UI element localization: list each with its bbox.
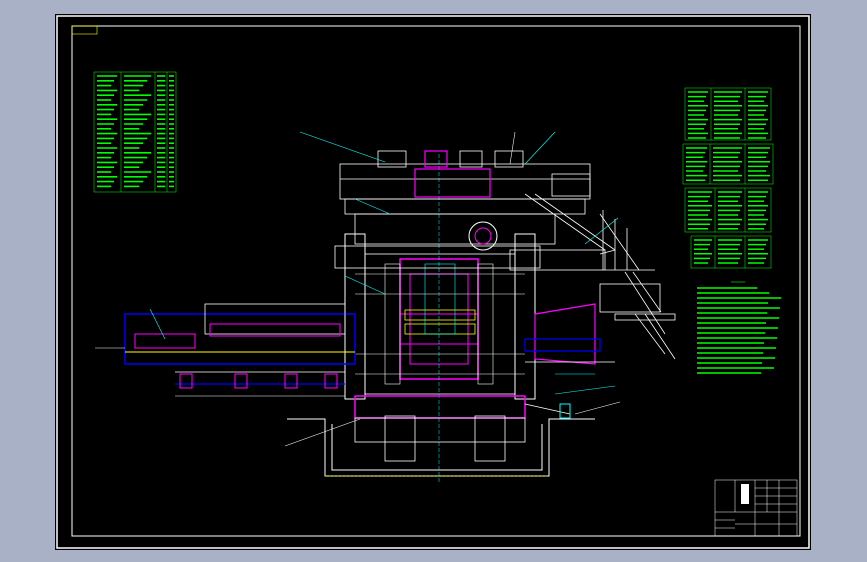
leader-line bbox=[554, 385, 616, 395]
leader-line bbox=[509, 131, 516, 165]
cad-viewport[interactable] bbox=[55, 14, 811, 550]
tech-table-rows bbox=[686, 91, 770, 264]
top-motors bbox=[377, 150, 591, 251]
foundation-pit bbox=[287, 418, 595, 477]
leader-line bbox=[299, 131, 386, 163]
mill-stand bbox=[344, 154, 536, 484]
tech-table-2 bbox=[682, 143, 774, 185]
technical-notes bbox=[697, 281, 781, 374]
parts-table-left-rows bbox=[97, 75, 174, 188]
title-block-logo bbox=[741, 484, 749, 504]
leader-line bbox=[524, 131, 556, 165]
leader-line bbox=[354, 198, 391, 215]
feeder-assembly bbox=[95, 303, 356, 397]
drawing-number-box bbox=[71, 25, 98, 35]
exit-assembly bbox=[524, 303, 615, 365]
tech-table-1 bbox=[684, 87, 772, 141]
assembly-drawing bbox=[56, 15, 810, 549]
leader-line bbox=[574, 401, 621, 415]
inner-frame bbox=[71, 25, 801, 537]
leader-line bbox=[284, 418, 361, 447]
title-block bbox=[714, 479, 798, 537]
base-frame bbox=[354, 395, 571, 462]
